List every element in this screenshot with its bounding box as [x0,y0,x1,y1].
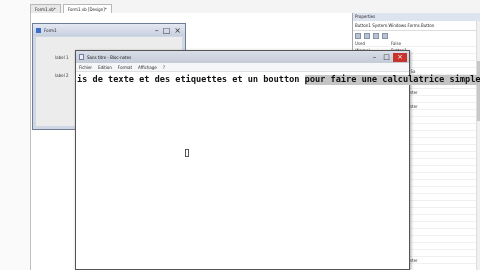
minimize-icon[interactable]: – [155,26,159,35]
maximize-icon[interactable]: □ [163,26,171,35]
notepad-icon [79,54,84,60]
categorized-icon[interactable] [355,32,361,39]
notepad-menubar: Fichier Edition Format Affichage ? [76,63,409,72]
property-row[interactable]: Used False [353,40,480,47]
notepad-title: Sans titre - Bloc-notes [87,54,132,60]
text-line: is de texte et des etiquettes et un bout… [77,75,480,85]
text-cursor-icon [185,149,189,157]
form1-title: Form1 [44,27,57,33]
tab-form1-code[interactable]: Form1.vb* [30,4,61,13]
tab-label: Form1.vb [Design]* [67,7,107,12]
menu-edition[interactable]: Edition [98,65,112,70]
notepad-text-area[interactable]: is de texte et des etiquettes et un bout… [77,73,480,268]
property-value[interactable]: False [391,40,480,46]
alphabetical-icon[interactable] [364,32,370,39]
tab-label: Form1.vb* [35,7,56,12]
label1[interactable]: label 1 [55,55,69,60]
minimize-icon[interactable]: – [369,53,380,62]
close-icon[interactable]: × [393,52,407,62]
properties-icon[interactable] [373,32,379,39]
property-name: Used [355,41,366,46]
properties-header: Properties [353,13,480,21]
left-gutter [0,0,30,270]
notepad-window[interactable]: Sans titre - Bloc-notes – □ × Fichier Ed… [75,50,480,270]
maximize-icon[interactable]: □ [381,53,392,62]
properties-scrollbar[interactable] [476,21,480,270]
menu-help[interactable]: ? [163,65,165,70]
menu-format[interactable]: Format [118,65,132,70]
properties-toolbar [353,31,480,40]
events-icon[interactable] [382,32,388,39]
form-icon [36,27,41,33]
menu-affichage[interactable]: Affichage [138,65,157,70]
text-plain: is de texte et des etiquettes et un bout… [77,75,305,85]
text-selection: pour faire une calculatrice simple [304,75,480,85]
notepad-titlebar[interactable]: Sans titre - Bloc-notes – □ × [76,51,409,63]
properties-object-selector[interactable]: Button1 System.Windows.Forms.Button [353,21,480,31]
form1-titlebar[interactable]: Form1 – □ × [33,24,185,36]
tab-form1-design[interactable]: Form1.vb [Design]* [62,4,112,13]
close-icon[interactable]: × [174,26,181,35]
menu-fichier[interactable]: Fichier [79,65,92,70]
label2[interactable]: label 2 [55,73,69,78]
